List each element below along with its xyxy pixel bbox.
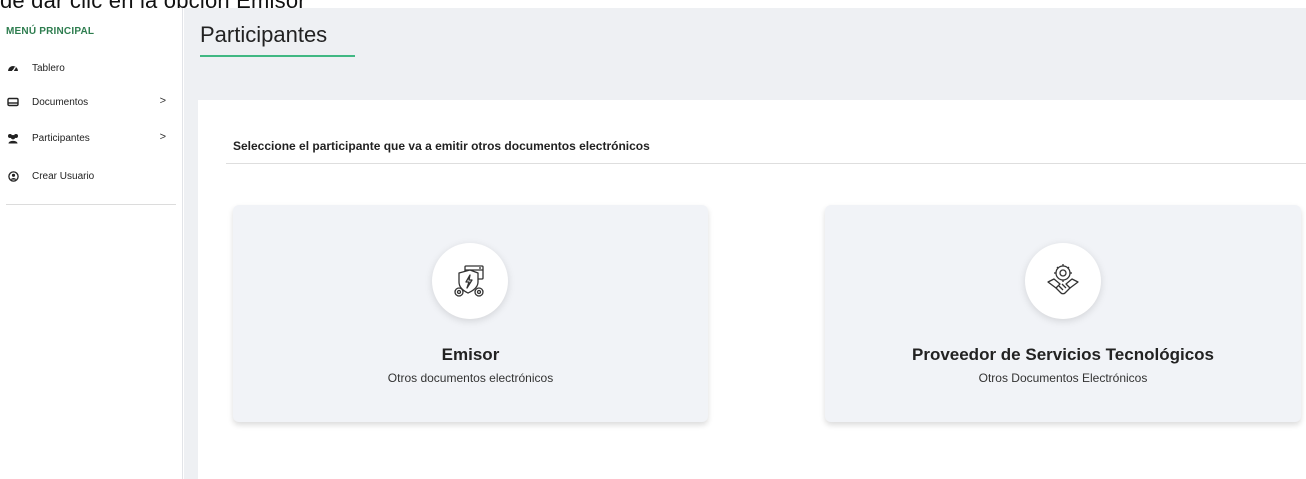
chevron-right-icon: > bbox=[159, 95, 166, 107]
handshake-gear-icon bbox=[1025, 243, 1101, 319]
chevron-right-icon: > bbox=[159, 131, 166, 143]
sidebar-item-participantes[interactable]: Participantes > bbox=[6, 128, 176, 148]
instruction-heading: Seleccione el participante que va a emit… bbox=[233, 139, 650, 153]
menu-title: MENÚ PRINCIPAL bbox=[6, 26, 95, 37]
card-subtitle: Otros documentos electrónicos bbox=[387, 371, 554, 385]
sidebar-item-tablero[interactable]: Tablero bbox=[6, 58, 176, 78]
card-emisor[interactable]: Emisor Otros documentos electrónicos bbox=[233, 205, 708, 422]
users-icon bbox=[6, 131, 20, 145]
sidebar: MENÚ PRINCIPAL Tablero Documentos > Part… bbox=[0, 8, 183, 479]
inbox-icon bbox=[6, 95, 20, 109]
card-subtitle: Otros Documentos Electrónicos bbox=[978, 371, 1148, 385]
card-title: Emisor bbox=[441, 345, 500, 364]
sidebar-item-label: Crear Usuario bbox=[32, 170, 95, 182]
sidebar-item-documentos[interactable]: Documentos > bbox=[6, 92, 176, 112]
section-divider bbox=[226, 163, 1306, 164]
sidebar-item-label: Tablero bbox=[32, 62, 65, 74]
card-proveedor[interactable]: Proveedor de Servicios Tecnológicos Otro… bbox=[825, 205, 1301, 422]
top-text: de dar clic en la opción Emisor bbox=[0, 0, 306, 8]
sidebar-item-crear-usuario[interactable]: Crear Usuario bbox=[6, 166, 176, 186]
menu-divider bbox=[6, 204, 176, 205]
shield-server-gears-icon bbox=[432, 243, 508, 319]
sidebar-item-label: Documentos bbox=[32, 96, 89, 108]
card-title: Proveedor de Servicios Tecnológicos bbox=[911, 345, 1214, 364]
user-circle-icon bbox=[6, 169, 20, 183]
sidebar-item-label: Participantes bbox=[32, 132, 90, 144]
title-underline bbox=[200, 55, 355, 57]
top-text-fragment: de dar clic en la opción Emisor bbox=[0, 0, 1306, 8]
page-title: Participantes bbox=[200, 22, 328, 47]
page-header bbox=[184, 8, 1306, 100]
dashboard-icon bbox=[6, 61, 20, 75]
